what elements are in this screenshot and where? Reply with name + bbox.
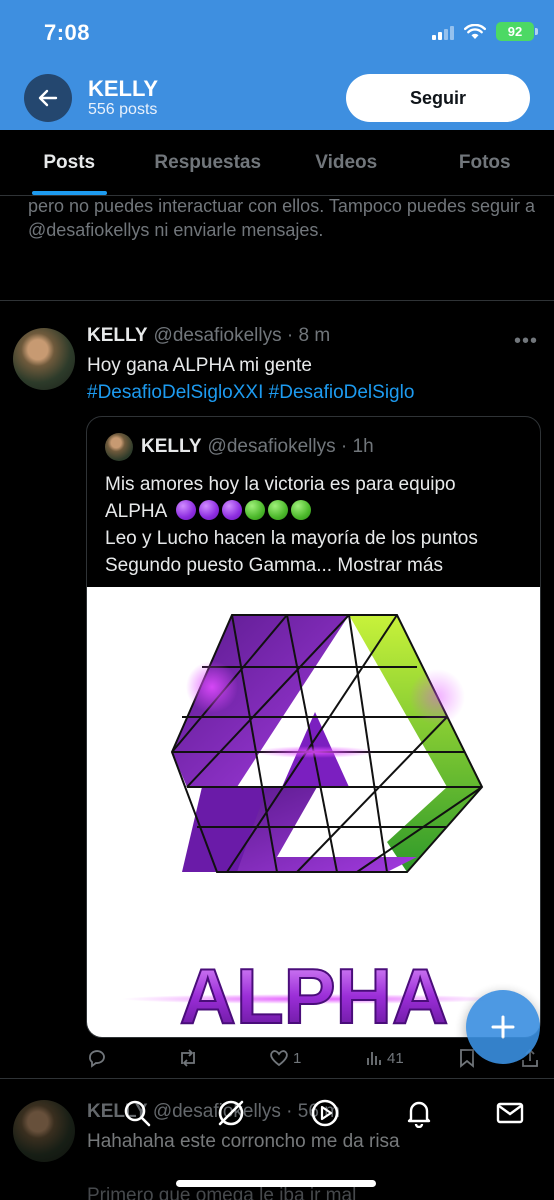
messages-envelope-icon[interactable]: [495, 1098, 525, 1128]
grok-icon[interactable]: [216, 1098, 246, 1128]
home-indicator: [176, 1180, 376, 1187]
battery-icon: 92: [496, 22, 538, 41]
purple-circle-icon: [221, 500, 242, 520]
views-count: 41: [387, 1049, 404, 1067]
wifi-icon: [464, 23, 486, 39]
repost-icon: [181, 1049, 195, 1067]
arrow-left-icon: [38, 89, 58, 107]
notifications-bell-icon[interactable]: [404, 1098, 434, 1128]
reply-icon: [89, 1050, 105, 1068]
tweet-handle-time: @desafiokellys · 8 m: [153, 325, 331, 346]
quote-header: KELLY @desafiokellys · 1h: [141, 436, 374, 458]
follow-button[interactable]: Seguir: [346, 74, 530, 122]
alpha-logo-image[interactable]: ALPHA: [87, 587, 540, 1037]
avatar[interactable]: [13, 328, 75, 390]
quote-line: Leo y Lucho hacen la mayoría de los punt…: [105, 528, 478, 549]
purple-circle-icon: [198, 500, 219, 520]
like-count: 1: [293, 1049, 302, 1067]
tab-respuestas[interactable]: Respuestas: [139, 130, 278, 195]
video-play-icon[interactable]: [310, 1098, 340, 1128]
quote-line: ALPHA: [105, 501, 167, 522]
quoted-tweet[interactable]: KELLY @desafiokellys · 1h Mis amores hoy …: [86, 416, 541, 1038]
tweet-text: Hoy gana ALPHA mi gente: [87, 355, 312, 376]
reply-action[interactable]: [87, 1048, 107, 1068]
post-count: 556 posts: [88, 101, 158, 118]
profile-header: 7:08 92 KELLY 556 posts Seguir: [0, 0, 554, 130]
restriction-notice: pero no puedes interactuar con ellos. Ta…: [28, 196, 535, 240]
tweet-header: KELLY @desafiokellys · 8 m: [87, 325, 330, 347]
bookmark-icon: [460, 1049, 474, 1068]
quote-handle-time: @desafiokellys · 1h: [207, 436, 374, 457]
status-icons: 92: [432, 22, 538, 41]
divider: [0, 300, 554, 301]
quote-line: Mis amores hoy la victoria es para equip…: [105, 474, 456, 495]
repost-action[interactable]: [177, 1048, 199, 1068]
quote-line: Segundo puesto Gamma...: [105, 555, 333, 576]
quote-avatar: [105, 433, 133, 461]
purple-circle-icon: [175, 500, 196, 520]
alpha-wordmark: ALPHA: [180, 952, 449, 1037]
cellular-signal-icon: [432, 24, 454, 40]
green-circle-icon: [267, 500, 288, 520]
tab-fotos[interactable]: Fotos: [416, 130, 554, 195]
like-action[interactable]: 1: [269, 1049, 301, 1067]
divider: [0, 1078, 554, 1079]
bookmark-action[interactable]: [459, 1048, 475, 1068]
profile-name: KELLY: [88, 76, 159, 101]
tab-videos[interactable]: Videos: [277, 130, 416, 195]
quote-line-last: Segundo puesto Gamma... Mostrar más: [105, 552, 530, 579]
views-chart-icon: [367, 1052, 381, 1065]
battery-level: 92: [507, 24, 523, 39]
back-button[interactable]: [24, 74, 72, 122]
quote-text: Mis amores hoy la victoria es para equip…: [105, 471, 530, 579]
profile-tabs: Posts Respuestas Videos Fotos: [0, 130, 554, 196]
tweet-author-name[interactable]: KELLY: [87, 325, 148, 346]
status-time: 7:08: [44, 20, 91, 45]
green-circle-icon: [290, 500, 311, 520]
tweet-hashtags[interactable]: #DesafioDelSigloXXI #DesafioDelSiglo: [87, 379, 414, 406]
show-more-link[interactable]: Mostrar más: [337, 555, 443, 576]
search-icon[interactable]: [122, 1098, 152, 1128]
plus-icon: [491, 1015, 515, 1039]
tab-posts[interactable]: Posts: [0, 130, 139, 195]
heart-icon: [270, 1050, 288, 1067]
quote-line-emoji: ALPHA: [105, 498, 530, 525]
more-options-icon[interactable]: •••: [514, 330, 538, 353]
quote-author-name: KELLY: [141, 436, 202, 457]
green-circle-icon: [244, 500, 265, 520]
views-action[interactable]: 41: [365, 1049, 404, 1067]
compose-button[interactable]: [466, 990, 540, 1064]
